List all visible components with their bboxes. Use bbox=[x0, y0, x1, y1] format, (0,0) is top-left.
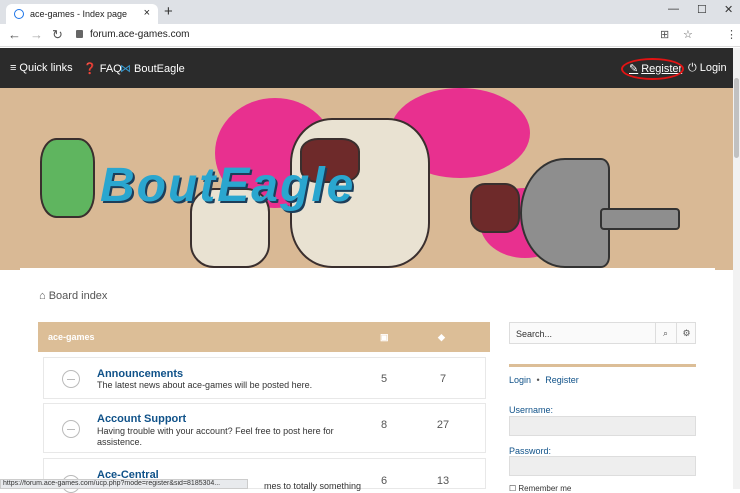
faq-label: FAQ bbox=[99, 63, 122, 75]
maximize-icon[interactable]: ☐ bbox=[697, 3, 707, 16]
header-banner[interactable]: BoutEagle bbox=[0, 88, 740, 270]
browser-tabbar: ace-games - Index page × + — ☐ ✕ bbox=[0, 0, 740, 24]
forum-read-icon bbox=[62, 420, 80, 438]
forum-title[interactable]: Account Support bbox=[97, 413, 186, 425]
question-circle-icon: ❓ bbox=[83, 63, 97, 75]
browser-tab[interactable]: ace-games - Index page × bbox=[6, 4, 158, 24]
browser-menu-icon[interactable]: ⋮ bbox=[726, 28, 737, 41]
tab-close-icon[interactable]: × bbox=[144, 7, 150, 19]
quick-links-label: Quick links bbox=[19, 62, 73, 74]
scrollbar-thumb[interactable] bbox=[734, 78, 739, 158]
minimize-icon[interactable]: — bbox=[668, 3, 679, 15]
eagle-icon: ⋈ bbox=[120, 63, 131, 75]
separator-dot: • bbox=[536, 375, 540, 385]
board-index-link[interactable]: Board index bbox=[49, 290, 108, 302]
topics-count: 5 bbox=[380, 373, 388, 385]
reload-icon[interactable]: ↻ bbox=[52, 27, 63, 43]
bookmark-star-icon[interactable]: ☆ bbox=[683, 28, 693, 41]
posts-count: 13 bbox=[436, 475, 450, 487]
forum-row[interactable]: Announcements The latest news about ace-… bbox=[43, 357, 486, 399]
advanced-search-gear-icon[interactable]: ⚙ bbox=[676, 323, 696, 343]
site-favicon-icon bbox=[14, 9, 24, 19]
lock-icon bbox=[76, 30, 83, 38]
sidebar-divider bbox=[509, 364, 696, 367]
forum-row[interactable]: Account Support Having trouble with your… bbox=[43, 403, 486, 453]
bouteagle-label: BoutEagle bbox=[134, 63, 185, 75]
username-field[interactable] bbox=[509, 416, 696, 436]
address-bar: ← → ↻ forum.ace-games.com ⊞ ☆ ⋮ bbox=[0, 24, 740, 47]
power-icon: ⏻ bbox=[688, 62, 697, 74]
quick-links-menu[interactable]: ≡ Quick links bbox=[10, 62, 73, 74]
axe-blade bbox=[520, 158, 610, 268]
forum-description: Having trouble with your account? Feel f… bbox=[97, 426, 334, 447]
category-title[interactable]: ace-games bbox=[48, 332, 95, 342]
faq-link[interactable]: ❓ FAQ bbox=[83, 62, 122, 75]
tab-title: ace-games - Index page bbox=[30, 9, 128, 19]
password-field[interactable] bbox=[509, 456, 696, 476]
topics-count: 8 bbox=[380, 419, 388, 431]
password-label: Password: bbox=[509, 446, 552, 456]
url-field[interactable]: forum.ace-games.com bbox=[90, 29, 189, 40]
search-input[interactable]: Search... bbox=[516, 329, 552, 339]
forum-title[interactable]: Announcements bbox=[97, 368, 183, 380]
login-label: Login bbox=[699, 62, 727, 74]
forum-description: mes to totally something bbox=[264, 481, 362, 491]
username-label: Username: bbox=[509, 405, 554, 415]
topics-icon: ▣ bbox=[380, 332, 389, 342]
bouteagle-link[interactable]: ⋈ BoutEagle bbox=[120, 62, 185, 75]
register-highlight-ring bbox=[621, 58, 684, 80]
status-bar-url: https://forum.ace-games.com/ucp.php?mode… bbox=[0, 479, 248, 489]
robot-gear bbox=[470, 183, 520, 233]
posts-icon: ◆ bbox=[438, 332, 445, 342]
search-icon[interactable]: ⌕ bbox=[655, 323, 675, 343]
hamburger-icon: ≡ bbox=[10, 62, 17, 74]
forward-icon[interactable]: → bbox=[30, 27, 43, 42]
posts-count: 7 bbox=[439, 373, 447, 385]
forum-description: The latest news about ace-games will be … bbox=[97, 380, 313, 390]
search-box[interactable]: Search... ⌕ ⚙ bbox=[509, 322, 696, 344]
breadcrumb[interactable]: ⌂ Board index bbox=[39, 290, 107, 302]
topics-count: 6 bbox=[380, 475, 388, 487]
axe-handle bbox=[600, 208, 680, 230]
login-register-links: Login • Register bbox=[509, 375, 579, 385]
forum-category-header: ace-games ▣ ◆ bbox=[38, 322, 490, 352]
posts-count: 27 bbox=[436, 419, 450, 431]
close-window-icon[interactable]: ✕ bbox=[724, 3, 733, 16]
sidebar-login-link[interactable]: Login bbox=[509, 375, 531, 385]
green-robot-mascot bbox=[40, 138, 95, 218]
back-icon[interactable]: ← bbox=[8, 27, 21, 42]
new-tab-button[interactable]: + bbox=[164, 3, 173, 20]
home-icon: ⌂ bbox=[39, 290, 46, 302]
login-link[interactable]: ⏻ Login bbox=[688, 62, 727, 75]
forum-read-icon bbox=[62, 370, 80, 388]
translate-icon[interactable]: ⊞ bbox=[660, 28, 669, 41]
sidebar-register-link[interactable]: Register bbox=[545, 375, 579, 385]
page-scrollbar[interactable] bbox=[733, 48, 740, 489]
bouteagle-logo: BoutEagle bbox=[100, 159, 356, 212]
